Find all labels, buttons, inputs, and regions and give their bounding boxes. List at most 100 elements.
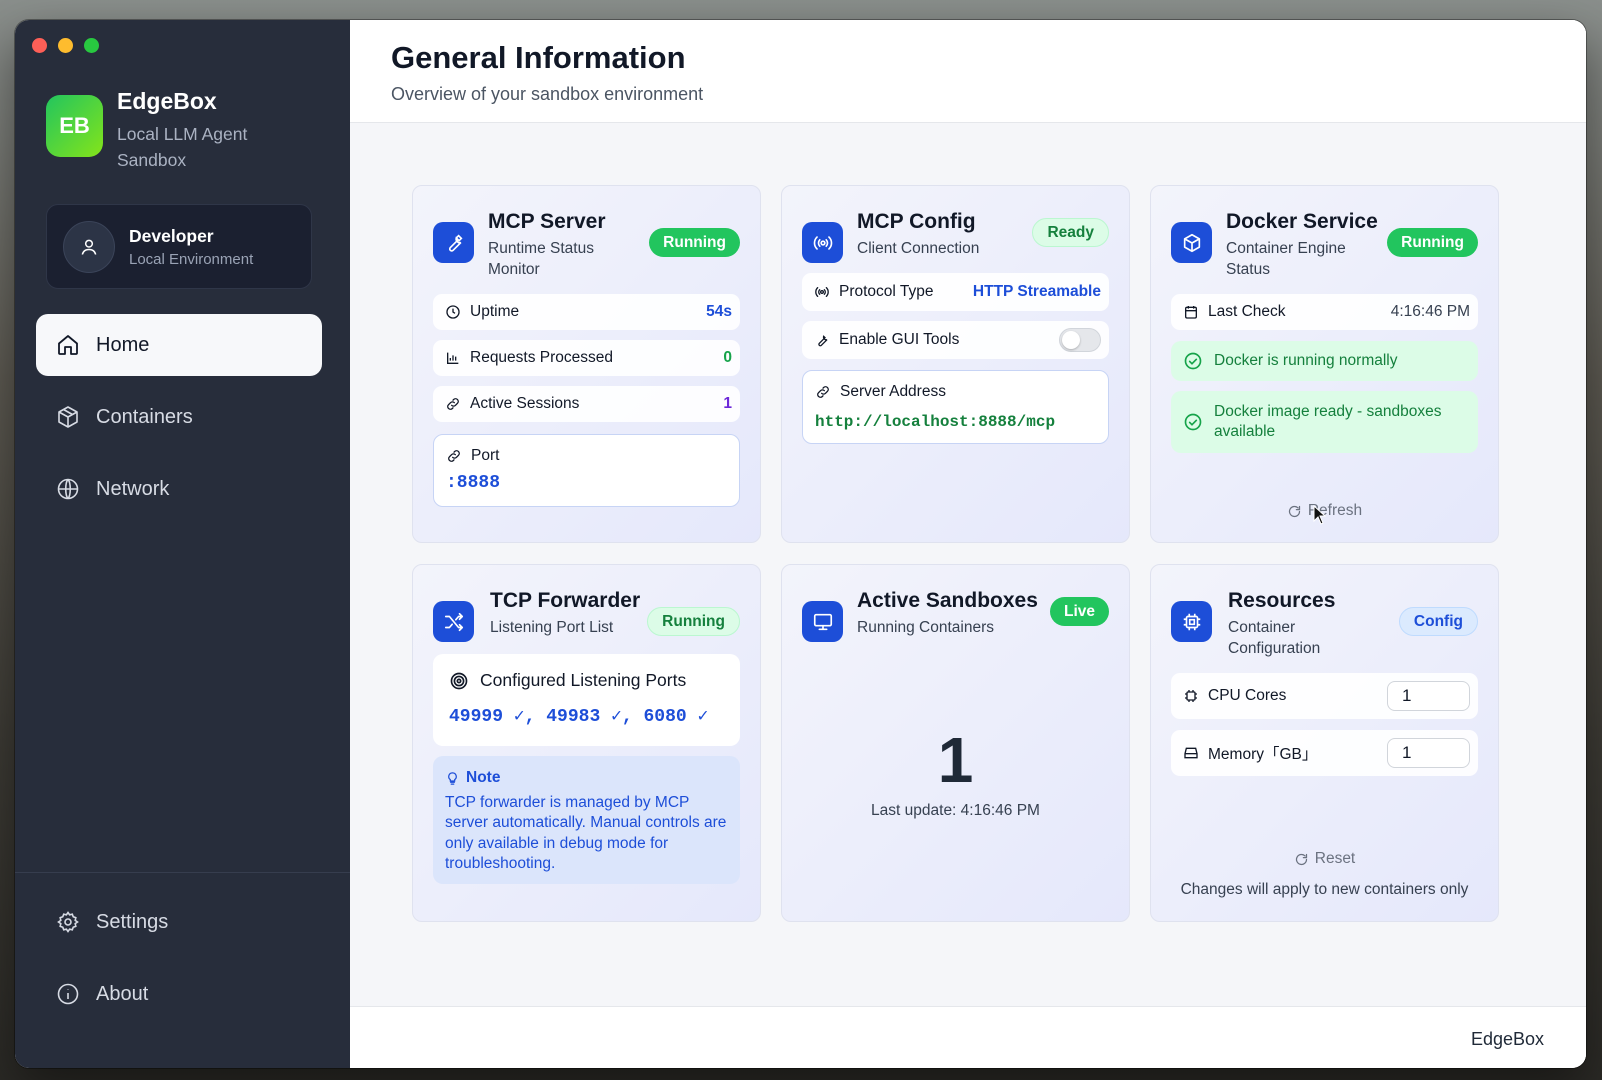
check-circle-icon [1184, 413, 1202, 431]
wrench-icon [433, 222, 474, 263]
shuffle-icon [433, 601, 474, 642]
page-header: General Information Overview of your san… [350, 20, 1586, 123]
user-avatar-icon [63, 220, 115, 273]
status-badge: Ready [1032, 218, 1109, 247]
note-title: Note [466, 769, 501, 786]
reset-button[interactable]: Reset [1151, 850, 1498, 868]
protocol-row: Protocol Type HTTP Streamable [802, 273, 1109, 311]
nav-containers[interactable]: Containers [36, 386, 322, 448]
requests-row: Requests Processed 0 [433, 340, 740, 376]
cpu-row: CPU Cores 1 [1171, 673, 1478, 719]
sidebar-divider [15, 872, 350, 873]
user-name: Developer [129, 225, 214, 246]
port-box: Port :8888 [433, 434, 740, 507]
card-subtitle: Client Connection [857, 240, 980, 257]
link-icon [447, 398, 459, 410]
server-address-value[interactable]: http://localhost:8888/mcp [815, 413, 1096, 431]
docker-image-message: Docker image ready - sandboxes available [1171, 391, 1478, 453]
note-box: Note TCP forwarder is managed by MCP ser… [433, 756, 740, 884]
nav-settings-label: Settings [96, 910, 169, 933]
minimize-window-button[interactable] [58, 38, 73, 53]
nav-home[interactable]: Home [36, 314, 322, 376]
sandbox-count: 1 [937, 724, 974, 796]
uptime-label: Uptime [470, 303, 520, 320]
brand: EB EdgeBox Local LLM Agent Sandbox [46, 88, 307, 173]
card-subtitle: Container Engine Status [1226, 240, 1346, 278]
uptime-row: Uptime 54s [433, 294, 740, 330]
close-window-button[interactable] [32, 38, 47, 53]
gui-tools-toggle[interactable] [1059, 328, 1101, 352]
status-badge: Running [1387, 228, 1478, 257]
mouse-cursor-icon [1313, 504, 1327, 530]
card-title: MCP Config [857, 210, 976, 233]
nav-network[interactable]: Network [36, 458, 322, 520]
cpu-icon [1185, 690, 1197, 702]
home-icon [58, 335, 78, 355]
main-content: General Information Overview of your san… [350, 20, 1586, 1068]
protocol-value: HTTP Streamable [972, 283, 1101, 300]
info-icon [57, 983, 79, 1005]
sessions-row: Active Sessions 1 [433, 386, 740, 422]
nav-containers-label: Containers [96, 405, 193, 428]
docker-status-text: Docker is running normally [1214, 352, 1398, 369]
resources-card: Resources Container Configuration Config… [1150, 564, 1499, 922]
card-subtitle: Container Configuration [1228, 619, 1321, 657]
resources-footer-note: Changes will apply to new containers onl… [1180, 881, 1469, 898]
status-badge: Running [647, 607, 740, 636]
monitor-icon [802, 601, 843, 642]
listening-ports-box: Configured Listening Ports 49999 ✓, 4998… [433, 654, 740, 746]
refresh-icon [1288, 505, 1300, 517]
app-window: EB EdgeBox Local LLM Agent Sandbox Devel… [15, 20, 1586, 1068]
ports-value: 49999 ✓, 49983 ✓, 6080 ✓ [449, 707, 709, 727]
window-controls [32, 38, 99, 53]
target-icon [450, 672, 468, 689]
status-badge: Live [1049, 597, 1109, 626]
user-card[interactable]: Developer Local Environment [46, 204, 312, 289]
app-subtitle: Local LLM Agent Sandbox [117, 124, 248, 170]
zoom-window-button[interactable] [84, 38, 99, 53]
requests-label: Requests Processed [470, 349, 614, 366]
link-icon [817, 386, 829, 398]
mcp-server-card: MCP Server Runtime Status Monitor Runnin… [412, 185, 761, 543]
check-circle-icon [1184, 352, 1202, 370]
hard-drive-icon [1184, 747, 1198, 759]
memory-input[interactable]: 1 [1387, 738, 1470, 768]
user-environment: Local Environment [129, 250, 254, 268]
docker-image-text: Docker image ready - sandboxes available [1214, 402, 1442, 441]
card-subtitle: Running Containers [857, 619, 995, 636]
nav-home-label: Home [96, 333, 150, 356]
cpu-cores-input[interactable]: 1 [1387, 681, 1470, 711]
gui-tools-label: Enable GUI Tools [839, 331, 960, 348]
gui-tools-row: Enable GUI Tools [802, 321, 1109, 359]
card-subtitle: Runtime Status Monitor [488, 240, 594, 278]
box-icon [58, 406, 78, 428]
refresh-icon [1295, 853, 1307, 865]
link-icon [448, 450, 460, 462]
cpu-icon [1171, 601, 1212, 642]
last-update: Last update: 4:16:46 PM [871, 802, 1040, 819]
nav-settings[interactable]: Settings [36, 891, 322, 953]
card-title: Active Sandboxes [857, 589, 1038, 612]
port-value: :8888 [446, 473, 501, 493]
broadcast-icon [815, 287, 829, 297]
globe-icon [57, 478, 79, 500]
bar-chart-icon [447, 352, 459, 364]
card-title: Docker Service [1226, 210, 1378, 233]
broadcast-icon [802, 222, 843, 263]
nav-about[interactable]: About [36, 963, 322, 1025]
reset-label: Reset [1314, 850, 1356, 867]
status-badge: Running [649, 228, 740, 257]
page-title: General Information [391, 40, 686, 75]
port-label: Port [471, 447, 500, 464]
card-title: TCP Forwarder [490, 589, 641, 612]
memory-label: Memory「GB」 [1208, 746, 1318, 763]
sidebar: EB EdgeBox Local LLM Agent Sandbox Devel… [15, 20, 350, 1068]
app-name: EdgeBox [117, 88, 217, 114]
active-sandboxes-card: Active Sandboxes Running Containers Live… [781, 564, 1130, 922]
sessions-value: 1 [723, 395, 732, 412]
docker-status-message: Docker is running normally [1171, 341, 1478, 381]
docker-service-card: Docker Service Container Engine Status R… [1150, 185, 1499, 543]
server-address-box: Server Address http://localhost:8888/mcp [802, 370, 1109, 444]
tcp-forwarder-card: TCP Forwarder Listening Port List Runnin… [412, 564, 761, 922]
uptime-value: 54s [706, 303, 732, 320]
